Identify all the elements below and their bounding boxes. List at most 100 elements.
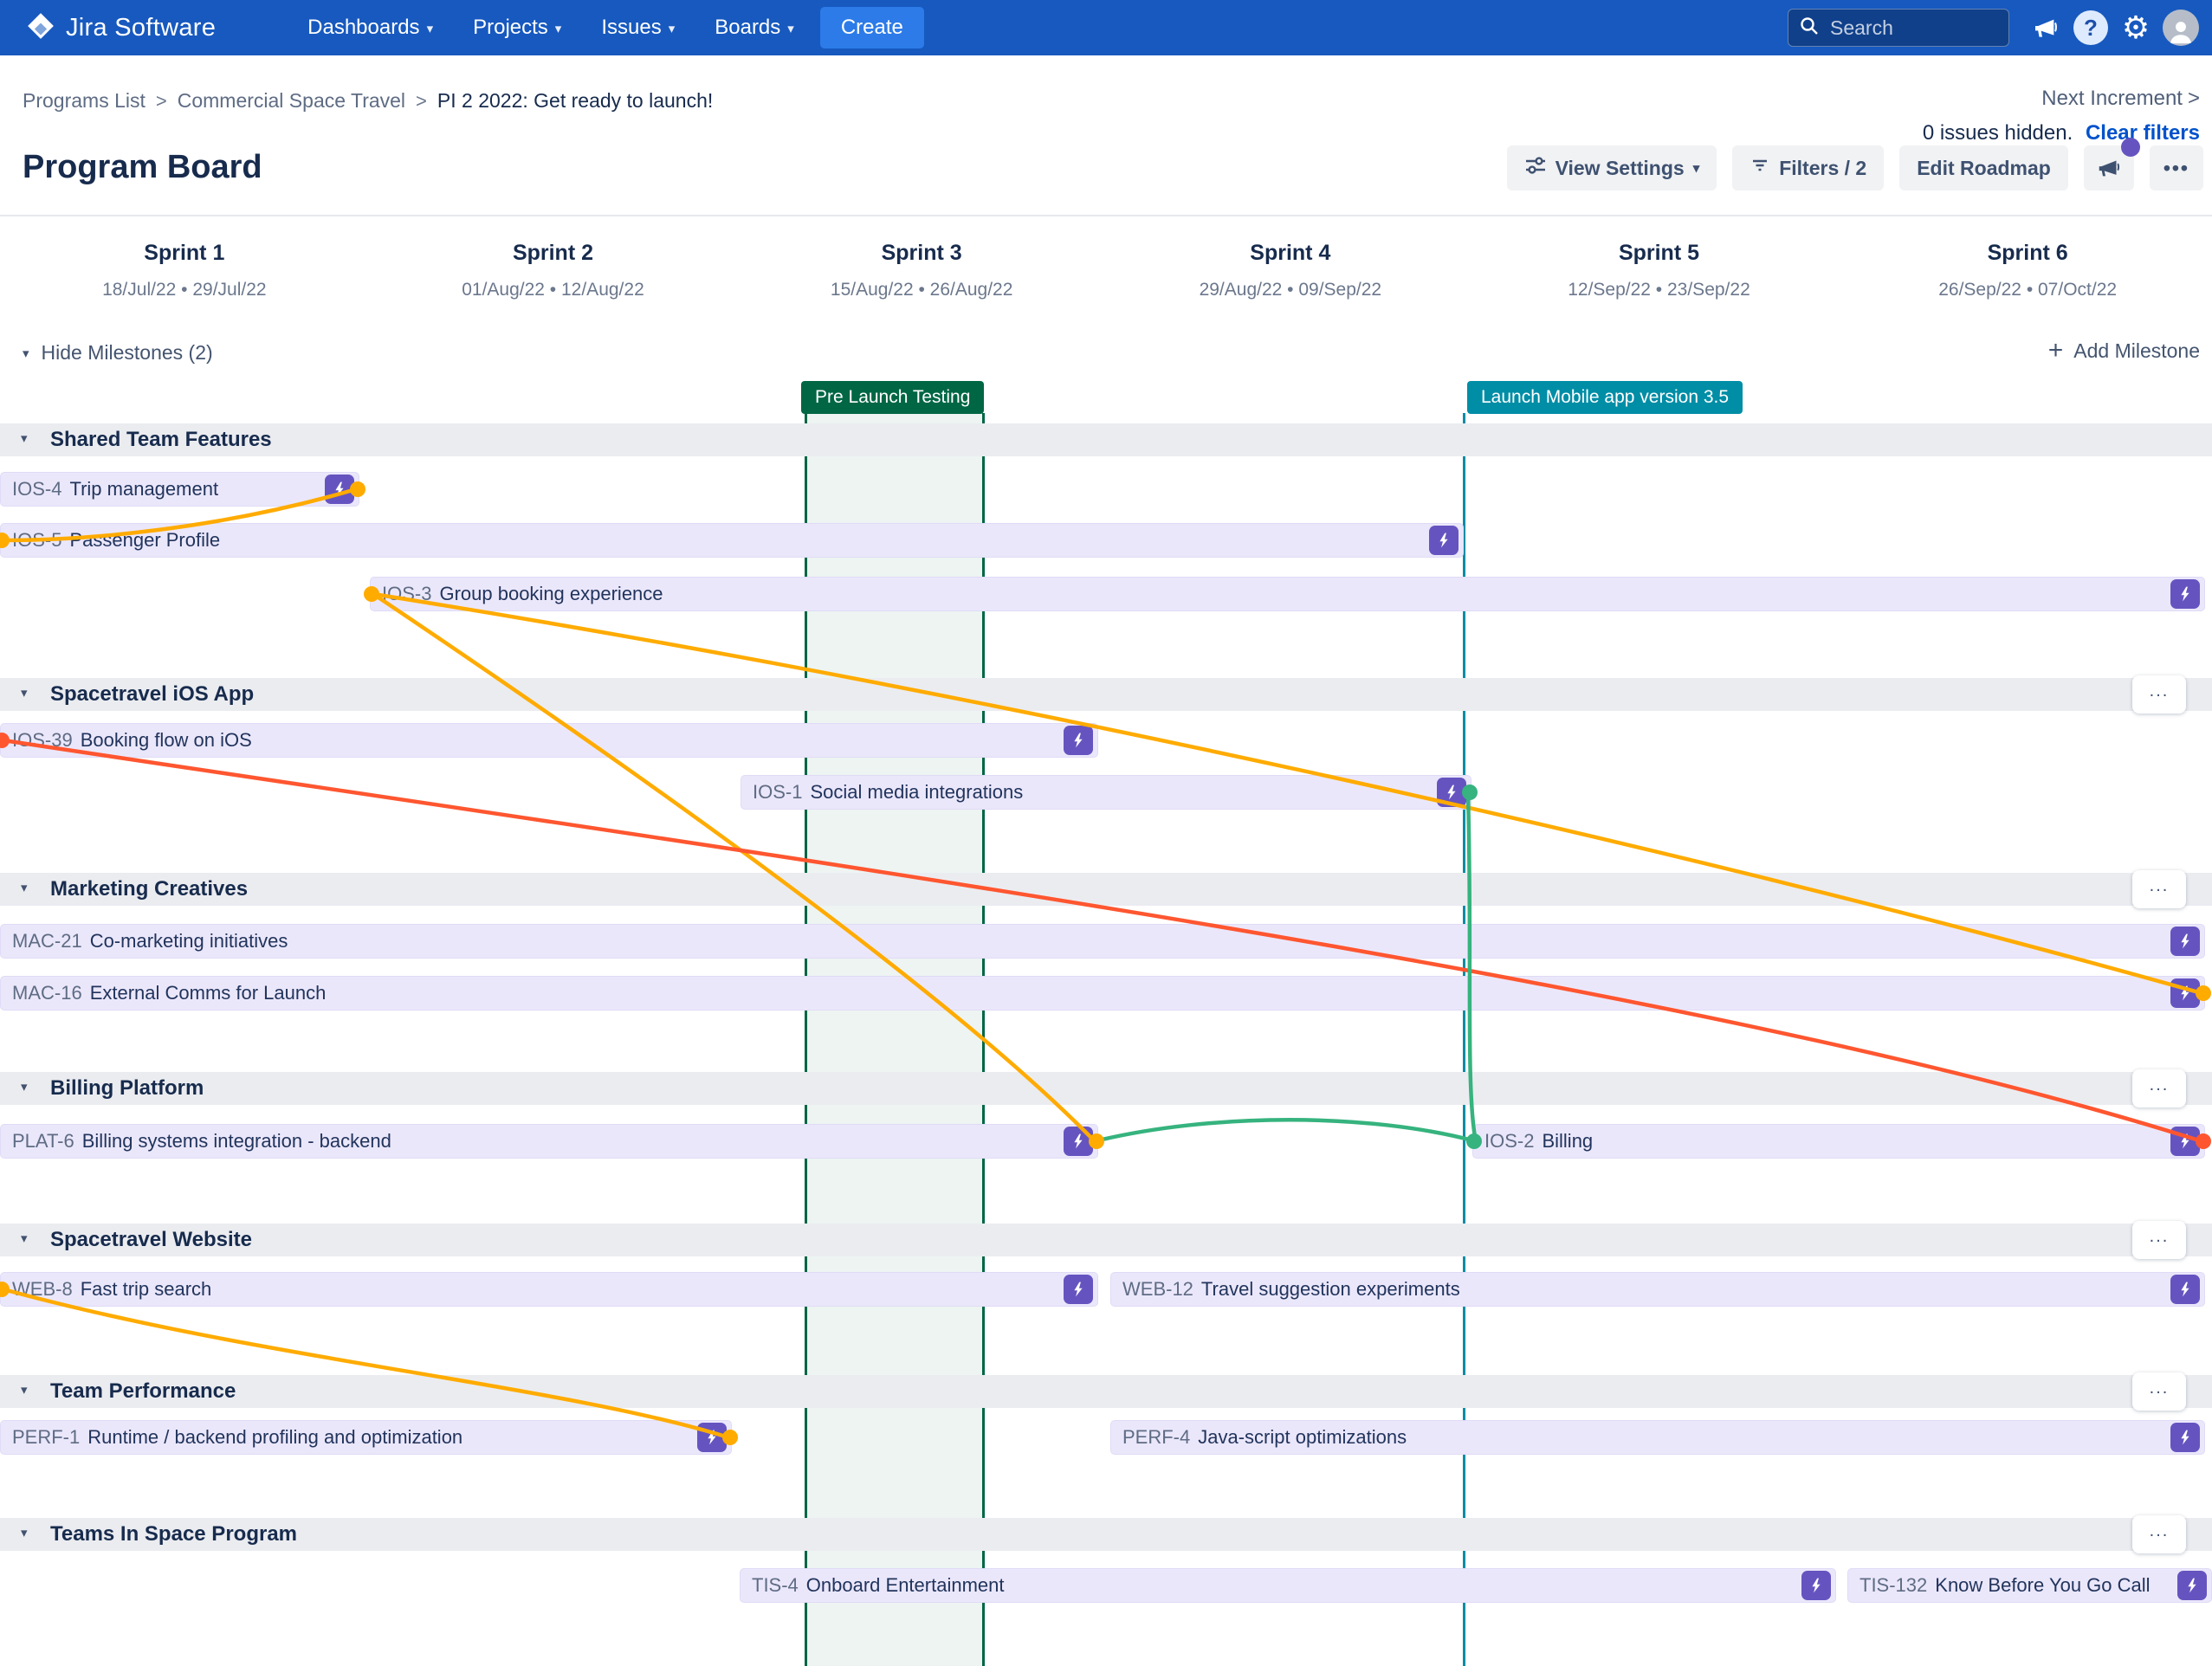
bolt-icon: [1064, 726, 1093, 755]
issue-key: MAC-16: [12, 982, 82, 1004]
issue-bar-perf-4[interactable]: PERF-4 Java-script optimizations: [1110, 1420, 2205, 1455]
avatar: [2163, 10, 2199, 46]
jira-logo-icon: [26, 11, 55, 45]
issue-bar-perf-1[interactable]: PERF-1 Runtime / backend profiling and op…: [0, 1420, 732, 1455]
issue-bar-plat-6[interactable]: PLAT-6 Billing systems integration - back…: [0, 1124, 1098, 1159]
issue-bar-ios-4[interactable]: IOS-4 Trip management: [0, 472, 359, 507]
issue-summary: Travel suggestion experiments: [1200, 1278, 1460, 1300]
filters-button[interactable]: Filters / 2: [1732, 145, 1885, 190]
chevron-down-icon[interactable]: ▾: [21, 1382, 28, 1398]
view-settings-button[interactable]: View Settings ▾: [1506, 145, 1717, 190]
breadcrumb-separator: >: [155, 89, 167, 112]
issue-bar-mac-21[interactable]: MAC-21 Co-marketing initiatives: [0, 924, 2205, 959]
chevron-down-icon[interactable]: ▾: [21, 1230, 28, 1246]
help-button[interactable]: ?: [2068, 5, 2113, 50]
chevron-down-icon: ▾: [554, 22, 562, 36]
issue-bar-ios-1[interactable]: IOS-1 Social media integrations: [741, 775, 1471, 810]
nav-menu-issues[interactable]: Issues ▾: [587, 7, 689, 48]
issue-text: MAC-21 Co-marketing initiatives: [0, 930, 288, 952]
lane-menu-button[interactable]: ...: [2132, 675, 2186, 714]
issue-key: MAC-21: [12, 930, 82, 952]
chevron-down-icon[interactable]: ▾: [21, 880, 28, 895]
issue-summary: Passenger Profile: [69, 529, 221, 551]
megaphone-icon: [2035, 19, 2057, 37]
sprint-dates: 01/Aug/22 • 12/Aug/22: [462, 280, 644, 300]
edit-roadmap-button[interactable]: Edit Roadmap: [1899, 145, 2068, 190]
lane-title: Team Performance: [50, 1379, 236, 1403]
lane-menu-button[interactable]: ...: [2132, 870, 2186, 908]
megaphone-icon: [2099, 160, 2119, 177]
share-announce-button[interactable]: [2083, 138, 2140, 190]
lane-menu-button[interactable]: ...: [2132, 1372, 2186, 1411]
search-input[interactable]: [1828, 15, 1984, 41]
nav-menus: Dashboards ▾ Projects ▾ Issues ▾ Boards ▾: [294, 7, 808, 48]
issue-key: PERF-1: [12, 1426, 81, 1448]
next-increment-link[interactable]: Next Increment >: [2041, 87, 2200, 111]
lane-menu-button[interactable]: ...: [2132, 1069, 2186, 1107]
issue-bar-tis-132[interactable]: TIS-132 Know Before You Go Call: [1847, 1568, 2212, 1603]
issue-summary: Onboard Entertainment: [805, 1574, 1005, 1596]
jira-logo[interactable]: Jira Software: [26, 11, 216, 45]
milestone-label-pre-launch-testing[interactable]: Pre Launch Testing: [801, 381, 985, 414]
issue-text: TIS-132 Know Before You Go Call: [1847, 1574, 2151, 1597]
issue-summary: Runtime / backend profiling and optimiza…: [87, 1426, 463, 1448]
issue-text: PERF-1 Runtime / backend profiling and op…: [0, 1426, 462, 1449]
nav-menu-label: Projects: [473, 16, 548, 39]
more-button[interactable]: •••: [2149, 145, 2203, 190]
breadcrumb-item[interactable]: Programs List: [23, 89, 146, 113]
settings-button[interactable]: ⚙: [2113, 5, 2158, 50]
create-button[interactable]: Create: [819, 7, 924, 48]
issue-summary: Java-script optimizations: [1198, 1426, 1407, 1448]
sprint-name: Sprint 5: [1618, 241, 1700, 265]
chevron-down-icon[interactable]: ▾: [21, 430, 28, 446]
breadcrumb-item[interactable]: Commercial Space Travel: [178, 89, 405, 113]
notification-dot: [2120, 138, 2140, 157]
issue-bar-ios-3[interactable]: IOS-3 Group booking experience: [370, 577, 2205, 611]
issue-summary: Booking flow on iOS: [80, 729, 252, 751]
issue-bar-ios-39[interactable]: IOS-39 Booking flow on iOS: [0, 723, 1098, 758]
chevron-down-icon[interactable]: ▾: [21, 1525, 28, 1540]
lane-header-teams-in-space-program: ▾ Teams In Space Program...: [0, 1515, 2212, 1553]
issue-bar-web-8[interactable]: WEB-8 Fast trip search: [0, 1272, 1098, 1307]
sprint-column-1: Sprint 1 18/Jul/22 • 29/Jul/22: [0, 241, 369, 310]
filters-label: Filters / 2: [1779, 156, 1867, 179]
milestone-label-launch-mobile-app-version-3-5[interactable]: Launch Mobile app version 3.5: [1467, 381, 1743, 414]
sprint-dates: 26/Sep/22 • 07/Oct/22: [1938, 280, 2118, 300]
bolt-icon: [1064, 1275, 1093, 1304]
issue-key: IOS-4: [12, 478, 62, 500]
search-box[interactable]: [1788, 9, 2009, 47]
issue-key: PERF-4: [1122, 1426, 1191, 1448]
issue-bar-ios-2[interactable]: IOS-2 Billing: [1472, 1124, 2205, 1159]
issue-key: WEB-12: [1122, 1278, 1193, 1300]
nav-menu-projects[interactable]: Projects ▾: [459, 7, 575, 48]
announcements-button[interactable]: [2023, 5, 2068, 50]
issue-bar-web-12[interactable]: WEB-12 Travel suggestion experiments: [1110, 1272, 2205, 1307]
profile-button[interactable]: [2158, 5, 2203, 50]
sprint-column-4: Sprint 4 29/Aug/22 • 09/Sep/22: [1106, 241, 1475, 310]
nav-menu-boards[interactable]: Boards ▾: [701, 7, 808, 48]
lane-header-shared-team-features: ▾ Shared Team Features: [0, 423, 2212, 456]
edit-roadmap-label: Edit Roadmap: [1917, 156, 2051, 179]
nav-menu-label: Issues: [601, 16, 662, 39]
chevron-down-icon[interactable]: ▾: [21, 685, 28, 701]
dependency-dot: [364, 586, 379, 602]
issue-text: PERF-4 Java-script optimizations: [1110, 1426, 1407, 1449]
clear-filters-link[interactable]: Clear filters: [2086, 121, 2200, 145]
issue-text: IOS-5 Passenger Profile: [0, 529, 220, 552]
nav-menu-dashboards[interactable]: Dashboards ▾: [294, 7, 447, 48]
chevron-down-icon: ▾: [787, 22, 794, 36]
sprint-name: Sprint 4: [1250, 241, 1331, 265]
dependency-dot: [350, 481, 365, 497]
add-milestone-button[interactable]: + Add Milestone: [2048, 338, 2200, 364]
issue-key: TIS-132: [1860, 1574, 1928, 1596]
lane-menu-button[interactable]: ...: [2132, 1221, 2186, 1259]
lane-menu-button[interactable]: ...: [2132, 1515, 2186, 1553]
next-increment-label: Next Increment: [2041, 87, 2183, 110]
chevron-down-icon[interactable]: ▾: [21, 1079, 28, 1095]
issue-bar-tis-4[interactable]: TIS-4 Onboard Entertainment: [740, 1568, 1836, 1603]
issue-text: PLAT-6 Billing systems integration - back…: [0, 1130, 391, 1153]
issue-bar-mac-16[interactable]: MAC-16 External Comms for Launch: [0, 976, 2205, 1011]
hide-milestones-toggle[interactable]: ▾ Hide Milestones (2): [23, 341, 213, 365]
issue-bar-ios-5[interactable]: IOS-5 Passenger Profile: [0, 523, 1464, 558]
issue-text: IOS-2 Billing: [1472, 1130, 1593, 1153]
